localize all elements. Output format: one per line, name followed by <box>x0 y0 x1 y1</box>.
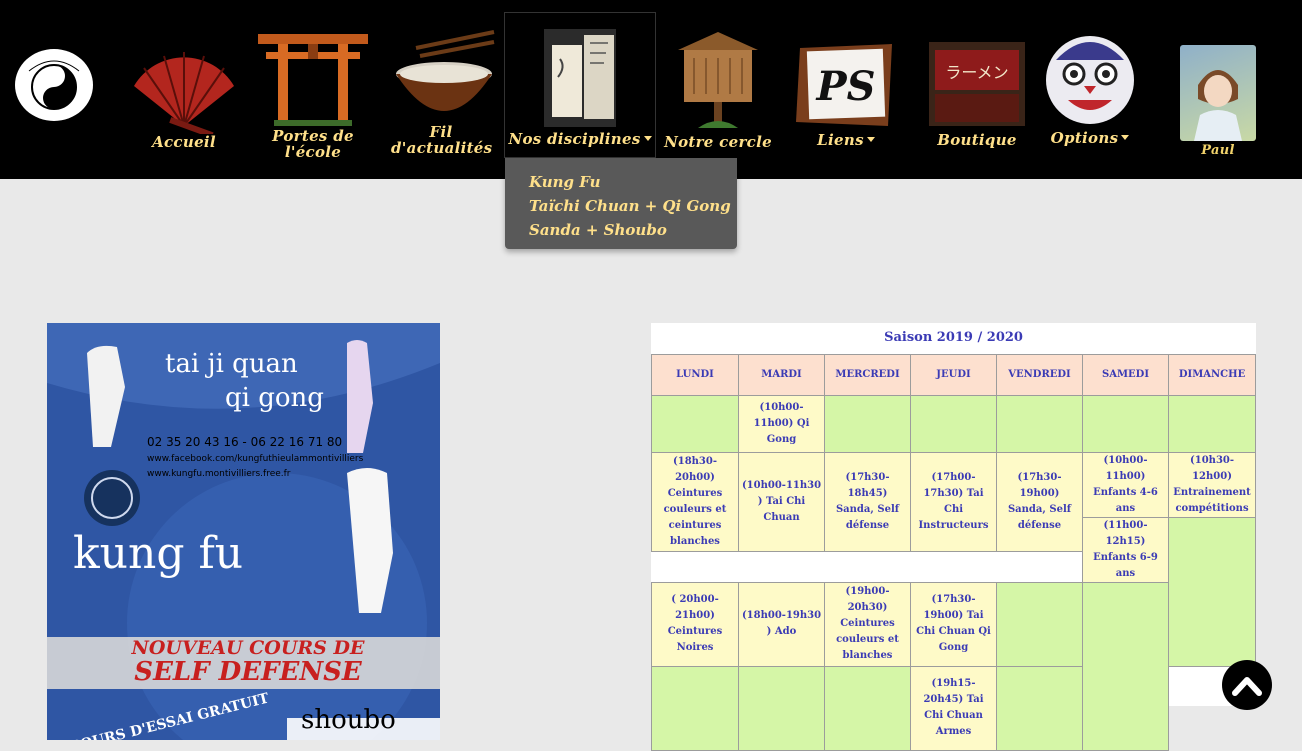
nav-disciplines[interactable]: Nos disciplines <box>504 12 656 158</box>
nav-accueil[interactable]: Accueil <box>125 30 243 150</box>
poster-facebook: www.facebook.com/kungfuthieulammontivill… <box>147 454 364 464</box>
schedule-cell: (10h00-11h00) Qi Gong <box>738 394 825 453</box>
day-header: SAMEDI <box>1082 353 1169 396</box>
nav-options[interactable]: Options <box>1036 12 1144 146</box>
nav-actualites-label: Fil d'actualités <box>391 123 493 157</box>
schedule-cell: (17h00-17h30) Tai Chi Instructeurs <box>910 451 997 553</box>
poster-line1: tai ji quan <box>165 349 298 379</box>
yin-yang-logo-icon <box>28 60 80 110</box>
back-to-top-button[interactable] <box>1222 660 1272 710</box>
day-header: DIMANCHE <box>1167 353 1257 396</box>
logo[interactable] <box>15 49 93 121</box>
schedule-cell <box>738 665 825 751</box>
poster-banner1: NOUVEAU COURS DE <box>131 637 365 659</box>
day-header: MERCREDI <box>824 353 911 396</box>
lion-head-icon <box>1046 36 1134 124</box>
schedule-cell <box>1167 394 1257 453</box>
nav-cercle[interactable]: Notre cercle <box>662 22 774 150</box>
nav-portes[interactable]: Portes de l'école <box>252 18 374 160</box>
schedule-cell <box>824 394 911 453</box>
schedule-table: Saison 2019 / 2020 LUNDI MARDI MERCREDI … <box>651 323 1257 751</box>
nav-actualites[interactable]: Fil d'actualités <box>385 18 497 156</box>
schedule-cell <box>996 581 1083 667</box>
navbar: Accueil Portes de l'école Fil d'actualit… <box>0 0 1302 179</box>
schedule-cell: (11h00-12h15) Enfants 6-9 ans <box>1082 516 1169 583</box>
chevron-up-icon <box>1232 677 1262 696</box>
dropdown-item-taichi-qigong[interactable]: Taïchi Chuan + Qi Gong <box>529 194 737 218</box>
schedule-cell: (17h30-19h00) Tai Chi Chuan Qi Gong <box>910 581 997 667</box>
user-name-link[interactable]: Paul <box>1180 143 1256 159</box>
book-icon <box>544 29 616 127</box>
nav-liens-label: Liens <box>817 132 875 148</box>
day-header: LUNDI <box>651 353 739 396</box>
nav-cercle-label: Notre cercle <box>664 133 772 151</box>
nav-options-label: Options <box>1051 130 1130 146</box>
poster-shoubo: shoubo <box>301 705 396 735</box>
ramen-bowl-icon <box>396 30 495 111</box>
poster-banner2: SELF DEFENSE <box>134 657 362 687</box>
schedule-cell: (10h30-12h00) Entrainement compétitions <box>1167 451 1257 518</box>
poster-kungfu: kung fu <box>73 528 244 579</box>
user-avatar[interactable] <box>1180 45 1256 141</box>
nav-liens[interactable]: PS Liens <box>792 24 900 148</box>
schedule-cell: (18h00-19h30 ) Ado <box>738 581 825 667</box>
schedule-cell: (10h00-11h30 ) Tai Chi Chuan <box>738 451 825 553</box>
schedule-cell <box>996 665 1083 751</box>
day-header: MARDI <box>738 353 825 396</box>
fan-icon <box>134 52 234 134</box>
wooden-sign-icon <box>678 32 758 128</box>
schedule-cell: (19h00-20h30) Ceintures couleurs et blan… <box>824 581 911 667</box>
schedule-cell: (17h30-18h45) Sanda, Self défense <box>824 451 911 553</box>
kung-fu-poster: tai ji quan qi gong 02 35 20 43 16 - 06 … <box>47 323 440 740</box>
avatar-image-icon <box>1194 70 1242 141</box>
poster-phone: 02 35 20 43 16 - 06 22 16 71 80 <box>147 435 343 449</box>
schedule-cell: (17h30-19h00) Sanda, Self défense <box>996 451 1083 553</box>
nav-portes-label: Portes de l'école <box>272 127 354 161</box>
nav-disciplines-label: Nos disciplines <box>508 131 651 147</box>
day-header: JEUDI <box>910 353 997 396</box>
schedule-cell: ( 20h00-21h00) Ceintures Noires <box>651 581 739 667</box>
schedule-cell <box>1082 394 1169 453</box>
schedule-title: Saison 2019 / 2020 <box>651 323 1256 355</box>
poster-website: www.kungfu.montivilliers.free.fr <box>147 469 291 479</box>
schedule-cell <box>651 665 739 751</box>
nav-boutique-label: Boutique <box>937 131 1017 149</box>
schedule-cell <box>651 394 739 453</box>
nav-boutique[interactable]: ラーメン Boutique <box>922 22 1032 148</box>
schedule-cell: (18h30-20h00) Ceintures couleurs et cein… <box>651 451 739 553</box>
schedule-cell <box>996 394 1083 453</box>
schedule-cell <box>824 665 911 751</box>
schedule-cell: (10h00-11h00) Enfants 4-6 ans <box>1082 451 1169 518</box>
shop-curtain-icon: ラーメン <box>929 42 1025 126</box>
svg-text:ラーメン: ラーメン <box>945 63 1008 82</box>
ps-text: PS <box>816 63 876 110</box>
dropdown-item-sanda-shoubo[interactable]: Sanda + Shoubo <box>529 218 737 242</box>
torii-gate-icon <box>258 34 368 126</box>
schedule-cell <box>910 394 997 453</box>
dropdown-item-kung-fu[interactable]: Kung Fu <box>529 170 737 194</box>
schedule-cell <box>1082 581 1169 751</box>
disciplines-dropdown: Kung Fu Taïchi Chuan + Qi Gong Sanda + S… <box>505 158 737 249</box>
day-header: VENDREDI <box>996 353 1083 396</box>
poster-line2: qi gong <box>225 383 324 413</box>
nav-accueil-label: Accueil <box>152 133 216 151</box>
schedule-cell <box>1167 516 1257 667</box>
ps-sign-icon: PS <box>796 44 892 126</box>
schedule-cell: (19h15-20h45) Tai Chi Chuan Armes <box>910 665 997 751</box>
